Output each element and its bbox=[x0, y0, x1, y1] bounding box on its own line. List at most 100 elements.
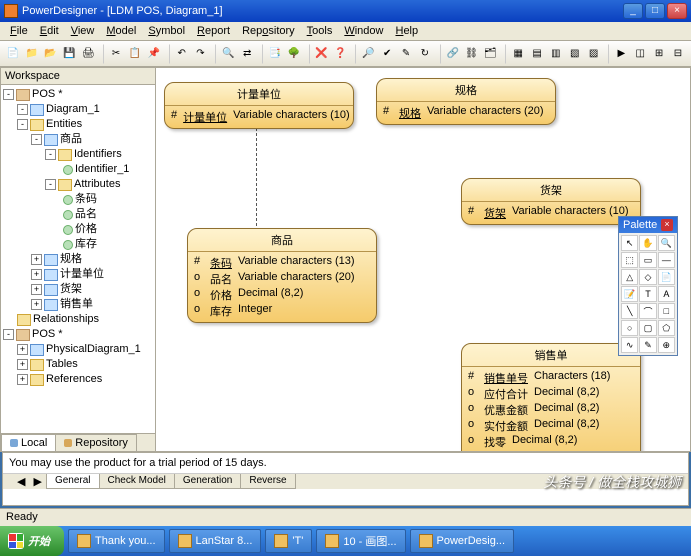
zoom-in-icon[interactable]: 🔎 bbox=[359, 45, 377, 63]
link1-icon[interactable]: 🔗 bbox=[444, 45, 462, 63]
hand-icon[interactable]: ✋ bbox=[639, 235, 656, 251]
find-icon[interactable]: 🔍 bbox=[219, 45, 237, 63]
tree-name[interactable]: 品名 bbox=[75, 207, 97, 222]
line-icon[interactable]: ╲ bbox=[621, 303, 638, 319]
round-icon[interactable]: ▢ bbox=[639, 320, 656, 336]
entity-spec[interactable]: 规格 #规格Variable characters (20) bbox=[376, 78, 556, 125]
arc-icon[interactable]: ⌒ bbox=[639, 303, 656, 319]
tree-shelf[interactable]: 货架 bbox=[60, 282, 82, 297]
data-icon[interactable]: 🗂 bbox=[481, 45, 499, 63]
poly-icon[interactable]: ⬠ bbox=[658, 320, 675, 336]
tab-check-model[interactable]: Check Model bbox=[99, 474, 175, 489]
box2-icon[interactable]: ⊞ bbox=[650, 45, 668, 63]
minimize-button[interactable]: _ bbox=[623, 3, 643, 19]
task-item[interactable]: 'T' bbox=[265, 529, 312, 553]
tree-unit[interactable]: 计量单位 bbox=[60, 267, 104, 282]
undo-icon[interactable]: ↶ bbox=[173, 45, 191, 63]
tree-diagram[interactable]: Diagram_1 bbox=[46, 102, 100, 117]
tree-tables[interactable]: Tables bbox=[46, 357, 78, 372]
props-icon[interactable]: 📑 bbox=[266, 45, 284, 63]
palette[interactable]: Palette× ↖✋🔍 ⬚▭— △◇📄 📝TA ╲⌒□ ○▢⬠ ∿✎⊕ bbox=[618, 216, 678, 356]
tree-pos2[interactable]: POS * bbox=[32, 327, 63, 342]
refresh-icon[interactable]: ↻ bbox=[416, 45, 434, 63]
zoom-icon[interactable]: 🔍 bbox=[658, 235, 675, 251]
tree-price[interactable]: 价格 bbox=[75, 222, 97, 237]
save-icon[interactable]: 💾 bbox=[61, 45, 79, 63]
inherit-icon[interactable]: △ bbox=[621, 269, 638, 285]
expand-icon[interactable]: + bbox=[31, 254, 42, 265]
tree-goods[interactable]: 商品 bbox=[60, 132, 82, 147]
grid5-icon[interactable]: ▨ bbox=[585, 45, 603, 63]
relation-icon[interactable]: — bbox=[658, 252, 675, 268]
text-icon[interactable]: A bbox=[658, 286, 675, 302]
tree-relationships[interactable]: Relationships bbox=[33, 312, 99, 327]
entity-shelf[interactable]: 货架 #货架Variable characters (10) bbox=[461, 178, 641, 225]
help-icon[interactable]: ❓ bbox=[332, 45, 350, 63]
tree-references[interactable]: References bbox=[46, 372, 102, 387]
tab-reverse[interactable]: Reverse bbox=[240, 474, 295, 489]
delete-icon[interactable]: ❌ bbox=[313, 45, 331, 63]
tree-barcode[interactable]: 条码 bbox=[75, 192, 97, 207]
menu-report[interactable]: Report bbox=[191, 23, 236, 39]
tab-local[interactable]: Local bbox=[1, 434, 56, 451]
task-item[interactable]: LanStar 8... bbox=[169, 529, 262, 553]
box3-icon[interactable]: ⊟ bbox=[669, 45, 687, 63]
tree-entities[interactable]: Entities bbox=[46, 117, 82, 132]
task-item[interactable]: Thank you... bbox=[68, 529, 165, 553]
menu-tools[interactable]: Tools bbox=[301, 23, 339, 39]
menu-help[interactable]: Help bbox=[389, 23, 424, 39]
paste-icon[interactable]: 📌 bbox=[145, 45, 163, 63]
menu-edit[interactable]: Edit bbox=[34, 23, 65, 39]
task-item[interactable]: 10 - 画图... bbox=[316, 529, 405, 553]
tab-prev-icon[interactable]: ◀ bbox=[13, 474, 29, 489]
rect-icon[interactable]: □ bbox=[658, 303, 675, 319]
menu-symbol[interactable]: Symbol bbox=[142, 23, 191, 39]
collapse-icon[interactable]: - bbox=[3, 89, 14, 100]
menu-view[interactable]: View bbox=[65, 23, 101, 39]
folder-icon[interactable]: 📁 bbox=[23, 45, 41, 63]
sys-icon[interactable] bbox=[4, 4, 18, 18]
redo-icon[interactable]: ↷ bbox=[192, 45, 210, 63]
entity-icon[interactable]: ▭ bbox=[639, 252, 656, 268]
tree-identifiers[interactable]: Identifiers bbox=[74, 147, 122, 162]
pointer-icon[interactable]: ↖ bbox=[621, 235, 638, 251]
assoc-icon[interactable]: ◇ bbox=[639, 269, 656, 285]
select-icon[interactable]: ⬚ bbox=[621, 252, 638, 268]
palette-close-icon[interactable]: × bbox=[661, 219, 673, 231]
tab-next-icon[interactable]: ▶ bbox=[29, 474, 45, 489]
menu-file[interactable]: FFileile bbox=[4, 23, 34, 39]
file-icon[interactable]: 📄 bbox=[658, 269, 675, 285]
ellipse-icon[interactable]: ○ bbox=[621, 320, 638, 336]
curve-icon[interactable]: ∿ bbox=[621, 337, 638, 353]
tree[interactable]: -POS * -Diagram_1 -Entities -商品 -Identif… bbox=[1, 85, 155, 433]
grid2-icon[interactable]: ▤ bbox=[528, 45, 546, 63]
menu-model[interactable]: Model bbox=[100, 23, 142, 39]
tab-repository[interactable]: Repository bbox=[55, 434, 137, 451]
box1-icon[interactable]: ◫ bbox=[631, 45, 649, 63]
grid4-icon[interactable]: ▧ bbox=[566, 45, 584, 63]
grid3-icon[interactable]: ▥ bbox=[547, 45, 565, 63]
tree-icon[interactable]: 🌳 bbox=[285, 45, 303, 63]
new-icon[interactable]: 📄 bbox=[4, 45, 22, 63]
open-icon[interactable]: 📂 bbox=[42, 45, 60, 63]
tab-generation[interactable]: Generation bbox=[174, 474, 241, 489]
copy-icon[interactable]: 📋 bbox=[126, 45, 144, 63]
tree-root[interactable]: POS * bbox=[32, 87, 63, 102]
free-icon[interactable]: ✎ bbox=[639, 337, 656, 353]
entity-goods[interactable]: 商品 #条码Variable characters (13) o品名Variab… bbox=[187, 228, 377, 323]
menu-window[interactable]: Window bbox=[338, 23, 389, 39]
check-icon[interactable]: ✔ bbox=[378, 45, 396, 63]
link2-icon[interactable]: ⛓ bbox=[463, 45, 481, 63]
tab-general[interactable]: General bbox=[46, 474, 100, 489]
tree-sale[interactable]: 销售单 bbox=[60, 297, 93, 312]
tree-spec[interactable]: 规格 bbox=[60, 252, 82, 267]
tree-stock[interactable]: 库存 bbox=[75, 237, 97, 252]
entity-unit[interactable]: 计量单位 #计量单位Variable characters (10) bbox=[164, 82, 354, 129]
close-button[interactable]: × bbox=[667, 3, 687, 19]
grid1-icon[interactable]: ▦ bbox=[509, 45, 527, 63]
tree-physdiagram[interactable]: PhysicalDiagram_1 bbox=[46, 342, 141, 357]
edit-icon[interactable]: ✎ bbox=[397, 45, 415, 63]
play-icon[interactable]: ▶ bbox=[612, 45, 630, 63]
maximize-button[interactable]: □ bbox=[645, 3, 665, 19]
diagram-canvas[interactable]: 计量单位 #计量单位Variable characters (10) 规格 #规… bbox=[156, 67, 691, 452]
